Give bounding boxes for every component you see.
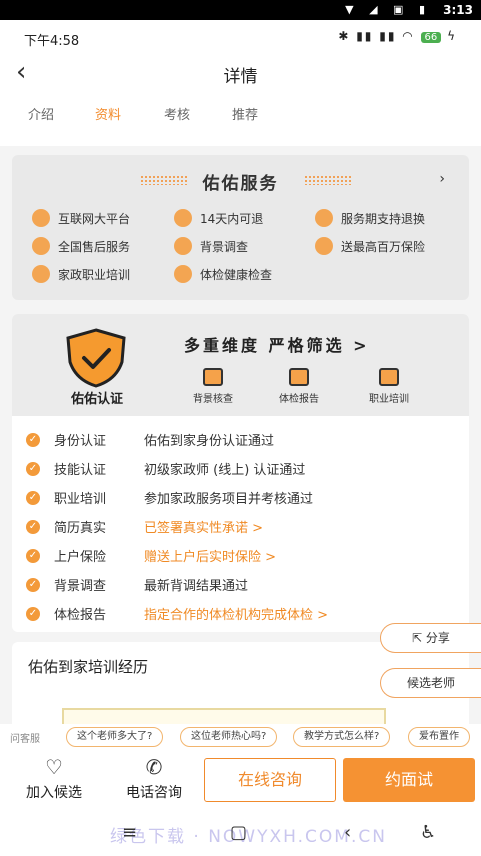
share-button[interactable]: ⇱ 分享: [380, 623, 481, 653]
verify-row: ✓ 技能认证 初级家政师 (线上) 认证通过: [26, 459, 305, 478]
check-icon: ✓: [26, 548, 40, 563]
battery-icon: 66: [420, 32, 442, 43]
phone-icon: ✆: [145, 755, 163, 779]
online-consult-button[interactable]: 在线咨询: [204, 758, 336, 802]
verification-card: 佑佑认证 多重维度 严格筛选 > 背景核查 体检报告 职业培训 ✓ 身份认证 佑佑到…: [12, 314, 469, 632]
verify-headline[interactable]: 多重维度 严格筛选 >: [184, 332, 370, 356]
home-icon[interactable]: ▢: [230, 822, 247, 843]
quick-chip[interactable]: 教学方式怎么样?: [293, 727, 391, 747]
decor-dots-right: [304, 175, 352, 185]
system-icons: ▼ ◢ ▣ ▮: [345, 3, 431, 16]
service-item: 全国售后服务: [32, 237, 130, 255]
background-check-icon: [203, 368, 223, 386]
verify-row: ✓ 身份认证 佑佑到家身份认证通过: [26, 430, 274, 449]
service-card[interactable]: 佑佑服务 › 互联网大平台 14天内可退 服务期支持退换 全国售后服务 背景调查…: [12, 155, 469, 300]
system-nav-bar: 绿色下载 · NOWYXH.COM.CN ≡ ▢ ‹ ♿: [0, 808, 481, 856]
system-time: 3:13: [443, 3, 473, 17]
tab-bar: 介绍 资料 考核 推荐: [0, 94, 481, 146]
book-interview-button[interactable]: 约面试: [343, 758, 475, 802]
service-item: 送最高百万保险: [315, 237, 425, 255]
job-training-icon: [379, 368, 399, 386]
exchange-icon: [315, 209, 333, 227]
phone-consult-button[interactable]: ✆ 电话咨询: [114, 756, 194, 802]
chevron-right-icon[interactable]: ›: [439, 171, 445, 187]
training-title: 佑佑到家培训经历: [28, 658, 149, 676]
health-report-link[interactable]: 指定合作的体检机构完成体检 >: [144, 604, 328, 623]
tab-assessment[interactable]: 考核: [164, 104, 190, 123]
page-title: 详情: [223, 67, 258, 87]
quick-chip[interactable]: 爱布置作: [408, 727, 470, 747]
service-item: 家政职业培训: [32, 265, 130, 283]
insurance-link[interactable]: 赠送上户后实时保险 >: [144, 546, 276, 565]
service-item: 服务期支持退换: [315, 209, 425, 227]
ask-service-label: 问客服: [10, 734, 40, 745]
verify-row: ✓ 背景调查 最新背调结果通过: [26, 575, 248, 594]
tab-recommend[interactable]: 推荐: [232, 104, 258, 123]
check-icon: ✓: [26, 432, 40, 447]
shield-check-icon: [66, 328, 126, 388]
quick-chip[interactable]: 这个老师多大了?: [66, 727, 164, 747]
menu-icon[interactable]: ≡: [122, 822, 137, 843]
verify-row: ✓ 职业培训 参加家政服务项目并考核通过: [26, 488, 313, 507]
training-icon: [32, 265, 50, 283]
check-icon: ✓: [26, 519, 40, 534]
status-time: 下午4:58: [24, 34, 80, 49]
feature-background-check: 背景核查: [178, 368, 248, 405]
status-bar: 下午4:58 ✱ ▮▮ ▮▮ ◠ 66 ϟ: [0, 20, 481, 54]
verify-row[interactable]: ✓ 体检报告 指定合作的体检机构完成体检 >: [26, 604, 328, 623]
health-check-icon: [174, 265, 192, 283]
health-report-icon: [289, 368, 309, 386]
badge-label: 佑佑认证: [70, 392, 123, 407]
back-nav-icon[interactable]: ‹: [344, 822, 351, 843]
feature-health-report: 体检报告: [264, 368, 334, 405]
document-icon: [174, 237, 192, 255]
heart-outline-icon: ♡: [45, 755, 63, 779]
service-item: 背景调查: [174, 237, 248, 255]
bottom-action-bar: ♡ 加入候选 ✆ 电话咨询 在线咨询 约面试: [0, 750, 481, 808]
system-bar: ▼ ◢ ▣ ▮ 3:13: [0, 0, 481, 20]
pick-teacher-button[interactable]: 候选老师: [380, 668, 481, 698]
return-icon: [174, 209, 192, 227]
feature-job-training: 职业培训: [354, 368, 424, 405]
insurance-icon: [315, 237, 333, 255]
check-icon: ✓: [26, 606, 40, 621]
quick-question-bar: 问客服 这个老师多大了? 这位老师热心吗? 教学方式怎么样? 爱布置作: [0, 724, 481, 750]
service-item: 互联网大平台: [32, 209, 130, 227]
verify-row[interactable]: ✓ 简历真实 已签署真实性承诺 >: [26, 517, 263, 536]
check-icon: ✓: [26, 490, 40, 505]
resume-promise-link[interactable]: 已签署真实性承诺 >: [144, 517, 263, 536]
verification-header[interactable]: 佑佑认证 多重维度 严格筛选 > 背景核查 体检报告 职业培训: [12, 314, 469, 416]
accessibility-icon[interactable]: ♿: [420, 822, 436, 843]
verify-row[interactable]: ✓ 上户保险 赠送上户后实时保险 >: [26, 546, 276, 565]
service-item: 14天内可退: [174, 209, 263, 227]
tab-profile[interactable]: 资料: [95, 104, 121, 123]
tab-intro[interactable]: 介绍: [28, 104, 54, 123]
share-icon: ⇱: [412, 631, 426, 645]
top-nav: ‹ 详情: [0, 54, 481, 94]
add-candidate-button[interactable]: ♡ 加入候选: [14, 756, 94, 802]
check-icon: ✓: [26, 577, 40, 592]
heart-icon: [32, 237, 50, 255]
service-item: 体检健康检查: [174, 265, 272, 283]
service-title: 佑佑服务: [202, 174, 279, 194]
quick-chip[interactable]: 这位老师热心吗?: [180, 727, 278, 747]
globe-icon: [32, 209, 50, 227]
check-icon: ✓: [26, 461, 40, 476]
status-icons: ✱ ▮▮ ▮▮ ◠ 66 ϟ: [338, 29, 457, 43]
